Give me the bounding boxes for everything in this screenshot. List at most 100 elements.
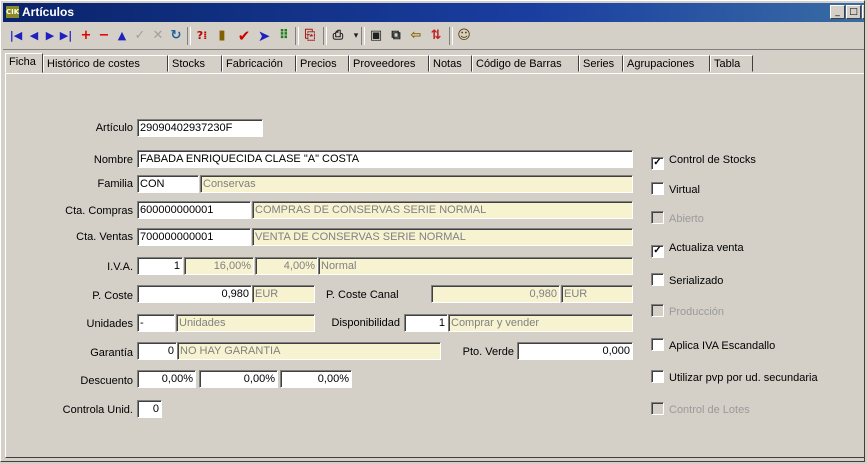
descuento-1-field[interactable]: 0,00% xyxy=(137,370,196,388)
control-stocks-checkbox[interactable]: ✓ Control de Stocks xyxy=(651,154,756,170)
cta-compras-label: Cta. Compras xyxy=(65,205,133,217)
articulo-field[interactable]: 29090402937230F xyxy=(137,119,263,137)
tab-notas[interactable]: Notas xyxy=(429,55,472,72)
go-icon[interactable]: ➤ xyxy=(255,26,273,46)
unidades-code-field[interactable]: - xyxy=(137,314,175,332)
p-coste-field[interactable]: 0,980 xyxy=(137,285,252,303)
checkbox-box: ✓ xyxy=(651,157,664,170)
delete-record-icon[interactable]: − xyxy=(95,26,113,46)
tab-ficha[interactable]: Ficha xyxy=(5,53,43,73)
app-icon: CIK xyxy=(6,6,20,18)
add-record-icon[interactable]: + xyxy=(77,26,95,46)
cta-ventas-field[interactable]: 700000000001 xyxy=(137,228,251,246)
checkbox-label: Serializado xyxy=(669,275,724,287)
iva-label: I.V.A. xyxy=(107,261,133,273)
ficha-panel: Artículo 29090402937230F Nombre FABADA E… xyxy=(5,73,864,458)
disponibilidad-label: Disponibilidad xyxy=(331,317,401,329)
tab-proveedores[interactable]: Proveedores xyxy=(349,55,429,72)
pto-verde-label: Pto. Verde xyxy=(462,346,514,358)
checkbox-label: Control de Lotes xyxy=(669,404,750,416)
utilizar-pvp-checkbox[interactable]: Utilizar pvp por ud. secundaria xyxy=(651,370,818,386)
checkbox-label: Abierto xyxy=(669,213,704,225)
last-record-icon[interactable]: ▶| xyxy=(57,26,75,46)
search-icon[interactable]: ?⁞ xyxy=(193,26,211,46)
toolbar: |◀ ◀ ▶ ▶| + − ▲ ✓ ✕ ↻ ?⁞ ▮ ✔ ➤ ⠿ ⎘ ⎙ ▾ ▣… xyxy=(3,23,864,50)
import-icon[interactable]: ⇦ xyxy=(407,26,425,46)
cta-ventas-label: Cta. Ventas xyxy=(76,231,133,243)
unidades-description: Unidades xyxy=(176,314,315,332)
maximize-button[interactable]: □ xyxy=(846,5,861,19)
controla-unid-label: Controla Unid. xyxy=(62,404,133,416)
check-icon[interactable]: ✔ xyxy=(235,26,253,46)
export-icon[interactable]: ⎘ xyxy=(301,26,319,46)
nombre-field[interactable]: FABADA ENRIQUECIDA CLASE "A" COSTA xyxy=(137,150,633,168)
sort-icon[interactable]: ⇅ xyxy=(427,26,445,46)
edit-record-icon[interactable]: ▲ xyxy=(113,26,131,46)
iva-code-field[interactable]: 1 xyxy=(137,257,183,275)
p-coste-label: P. Coste xyxy=(92,290,133,302)
tab-codigo-barras[interactable]: Código de Barras xyxy=(472,55,579,72)
actualiza-venta-checkbox[interactable]: ✓ Actualiza venta xyxy=(651,242,744,258)
familia-code-field[interactable]: CON xyxy=(137,175,199,193)
print-icon[interactable]: ⎙ xyxy=(329,26,347,46)
garantia-code-field[interactable]: 0 xyxy=(137,342,177,360)
tab-precios[interactable]: Precios xyxy=(296,55,349,72)
tab-agrupaciones[interactable]: Agrupaciones xyxy=(623,55,710,72)
first-record-icon[interactable]: |◀ xyxy=(7,26,25,46)
toolbar-separator xyxy=(323,27,327,45)
cta-ventas-description: VENTA DE CONSERVAS SERIE NORMAL xyxy=(252,228,633,246)
refresh-icon[interactable]: ↻ xyxy=(167,26,185,46)
nombre-label: Nombre xyxy=(93,154,133,166)
descuento-3-field[interactable]: 0,00% xyxy=(280,370,352,388)
document-icon[interactable]: ▣ xyxy=(367,26,385,46)
checkbox-box xyxy=(651,211,664,224)
articulo-label: Artículo xyxy=(95,122,133,134)
aplica-iva-escandallo-checkbox[interactable]: Aplica IVA Escandallo xyxy=(651,338,775,354)
checkbox-label: Virtual xyxy=(669,184,700,196)
tab-stocks[interactable]: Stocks xyxy=(168,55,222,72)
cta-compras-field[interactable]: 600000000001 xyxy=(137,201,251,219)
cancel-icon[interactable]: ✕ xyxy=(149,26,167,46)
checkbox-label: Aplica IVA Escandallo xyxy=(669,340,776,352)
toolbar-separator xyxy=(187,27,191,45)
tab-historico-costes[interactable]: Histórico de costes xyxy=(43,55,168,72)
close-button[interactable]: × xyxy=(862,5,864,19)
checkbox-label: Utilizar pvp por ud. secundaria xyxy=(669,372,818,384)
garantia-description: NO HAY GARANTIA xyxy=(177,342,441,360)
minimize-button[interactable]: _ xyxy=(830,5,845,19)
disponibilidad-code-field[interactable]: 1 xyxy=(404,314,448,332)
serializado-checkbox[interactable]: Serializado xyxy=(651,273,723,289)
tab-fabricacion[interactable]: Fabricación xyxy=(222,55,296,72)
confirm-icon[interactable]: ✓ xyxy=(131,26,149,46)
title-bar: CIK Artículos _ □ × xyxy=(3,3,864,22)
window-title: Artículos xyxy=(22,5,75,19)
copy-icon[interactable]: ⧉ xyxy=(387,26,405,46)
checkbox-box xyxy=(651,182,664,195)
unidades-label: Unidades xyxy=(86,318,133,330)
toolbar-separator xyxy=(295,27,299,45)
p-coste-canal-field: 0,980 xyxy=(431,285,560,303)
pto-verde-field[interactable]: 0,000 xyxy=(517,342,633,360)
toolbar-separator xyxy=(449,27,453,45)
filter-icon[interactable]: ▮ xyxy=(213,26,231,46)
descuento-label: Descuento xyxy=(80,375,133,387)
checkbox-label: Actualiza venta xyxy=(669,242,744,254)
tab-series[interactable]: Series xyxy=(579,55,623,72)
checkbox-box xyxy=(651,273,664,286)
cta-compras-description: COMPRAS DE CONSERVAS SERIE NORMAL xyxy=(252,201,633,219)
iva-description: Normal xyxy=(318,257,633,275)
controla-unid-field[interactable]: 0 xyxy=(137,400,162,418)
garantia-label: Garantía xyxy=(90,347,133,359)
users-icon[interactable]: ☺ xyxy=(455,26,473,46)
tree-icon[interactable]: ⠿ xyxy=(275,26,293,46)
checkbox-label: Control de Stocks xyxy=(669,154,756,166)
virtual-checkbox[interactable]: Virtual xyxy=(651,182,700,198)
tab-tabla[interactable]: Tabla xyxy=(710,55,753,72)
checkbox-box xyxy=(651,402,664,415)
articulos-window: CIK Artículos _ □ × |◀ ◀ ▶ ▶| + − ▲ ✓ ✕ … xyxy=(0,0,865,462)
p-coste-currency: EUR xyxy=(252,285,315,303)
familia-label: Familia xyxy=(97,178,133,190)
control-lotes-checkbox: Control de Lotes xyxy=(651,402,750,418)
checkbox-box xyxy=(651,370,664,383)
descuento-2-field[interactable]: 0,00% xyxy=(199,370,278,388)
